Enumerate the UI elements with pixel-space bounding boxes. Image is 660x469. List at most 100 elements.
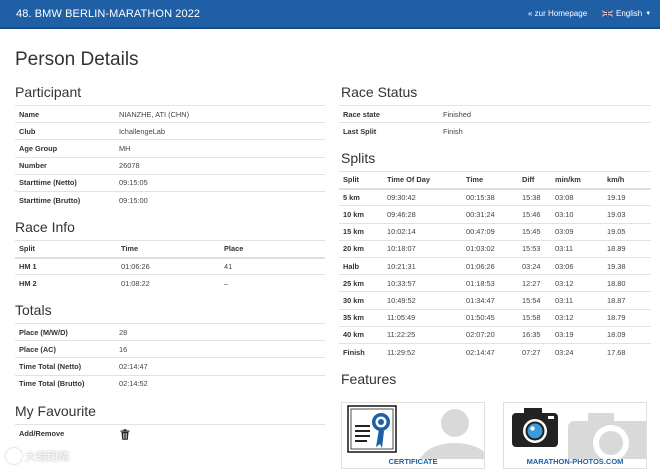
participant-row: Club IchallengeLab	[15, 122, 325, 140]
certificate-card[interactable]: CERTIFICATE	[341, 402, 485, 469]
totals-heading: Totals	[15, 302, 52, 318]
column-header[interactable]: Diff	[518, 170, 551, 190]
participant-table: Name NIANZHE, ATI (CHN) Club IchallengeLab A…	[15, 104, 325, 209]
features-heading: Features	[341, 371, 397, 387]
totals-row: Place (AC) 16	[15, 340, 325, 358]
column-header[interactable]: Time	[117, 239, 220, 259]
column-header[interactable]: Split	[339, 170, 383, 190]
cell: 01:50:45	[462, 308, 518, 327]
cell: 10:49:52	[383, 291, 462, 309]
camera-icon	[512, 408, 646, 459]
trash-icon[interactable]	[120, 429, 130, 440]
split-row: Finish 11:29:52 02:14:47 07:27 03:24 17.68	[339, 342, 651, 361]
row-label: Starttime (Netto)	[15, 173, 115, 192]
row-label: 30 km	[339, 291, 383, 309]
split-row: 40 km 11:22:25 02:07:20 16:35 03:19 18.09	[339, 325, 651, 344]
row-label: Time Total (Brutto)	[15, 374, 115, 393]
page-title: Person Details	[15, 49, 139, 70]
race-info-row: HM 1 01:06:26 41	[15, 257, 325, 275]
cell: 10:33:57	[383, 274, 462, 292]
column-header[interactable]: Time	[462, 170, 518, 190]
cell: 01:08:22	[117, 274, 220, 293]
participant-row: Starttime (Netto) 09:15:05	[15, 173, 325, 192]
row-label: 35 km	[339, 308, 383, 327]
certificate-caption: CERTIFICATE	[388, 457, 438, 466]
column-header[interactable]: min/km	[551, 170, 603, 190]
race-status-heading: Race Status	[341, 84, 418, 100]
language-selector[interactable]: English ▼	[602, 9, 651, 18]
cell: 09:30:42	[383, 188, 462, 206]
cell: 19.03	[603, 205, 651, 224]
cell: 15:53	[518, 239, 551, 258]
cell: 03:12	[551, 274, 603, 292]
language-label: English	[616, 9, 643, 18]
row-value: IchallengeLab	[115, 122, 325, 140]
row-label: Place (AC)	[15, 340, 115, 358]
row-value: Finish	[439, 122, 651, 140]
row-label: Name	[15, 104, 115, 123]
cell: 15:58	[518, 308, 551, 327]
column-header[interactable]: Split	[15, 239, 117, 259]
cell: 03:24	[518, 256, 551, 275]
column-header[interactable]: Place	[220, 239, 325, 259]
favourite-heading: My Favourite	[15, 403, 96, 419]
cell: 03:09	[551, 222, 603, 241]
row-value: 09:15:05	[115, 173, 325, 192]
participant-row: Number 26078	[15, 156, 325, 175]
cell: 11:22:25	[383, 325, 462, 344]
split-row: 25 km 10:33:57 01:18:53 12:27 03:12 18.80	[339, 274, 651, 292]
cell: –	[220, 274, 325, 293]
cell: 15:54	[518, 291, 551, 309]
row-label: Place (M/W/D)	[15, 322, 115, 341]
row-value: NIANZHE, ATI (CHN)	[115, 104, 325, 123]
participant-heading: Participant	[15, 84, 82, 100]
column-header[interactable]: Time Of Day	[383, 170, 462, 190]
split-row: 30 km 10:49:52 01:34:47 15:54 03:11 18.87	[339, 291, 651, 309]
cell: 18.09	[603, 325, 651, 344]
row-label: Age Group	[15, 139, 115, 158]
cell: 00:47:09	[462, 222, 518, 241]
favourite-label: Add/Remove	[15, 423, 115, 442]
row-label: Club	[15, 122, 115, 140]
totals-row: Time Total (Brutto) 02:14:52	[15, 374, 325, 393]
splits-table: Split Time Of Day Time Diff min/km km/h 5 km 0…	[339, 170, 651, 361]
row-label: Starttime (Brutto)	[15, 190, 115, 209]
marathon-photos-caption: MARATHON-PHOTOS.COM	[526, 457, 624, 466]
status-row: Race state Finished	[339, 104, 651, 123]
totals-row: Place (M/W/D) 28	[15, 322, 325, 341]
cell: 03:06	[551, 256, 603, 275]
top-navbar: 48. BMW BERLIN-MARATHON 2022 « zur Homep…	[0, 0, 660, 29]
race-status-table: Race state Finished Last Split Finish	[339, 104, 651, 140]
marathon-photos-card[interactable]: MARATHON-PHOTOS.COM	[503, 402, 647, 469]
row-label: Number	[15, 156, 115, 175]
cell: 11:29:52	[383, 342, 462, 361]
split-row: 20 km 10:18:07 01:03:02 15:53 03:11 18.89	[339, 239, 651, 258]
cell: 02:07:20	[462, 325, 518, 344]
homepage-link[interactable]: « zur Homepage	[528, 9, 587, 18]
watermark-text: 大蝦跑購	[25, 450, 69, 463]
row-label: 5 km	[339, 188, 383, 206]
participant-row: Starttime (Brutto) 09:15:00	[15, 190, 325, 209]
row-label: 25 km	[339, 274, 383, 292]
row-value: 26078	[115, 156, 325, 175]
cell: 15:45	[518, 222, 551, 241]
participant-row: Age Group MH	[15, 139, 325, 158]
row-label: Race state	[339, 104, 439, 123]
row-label: 40 km	[339, 325, 383, 344]
cell: 01:18:53	[462, 274, 518, 292]
row-value: Finished	[439, 104, 651, 123]
uk-flag-icon	[602, 10, 613, 17]
row-label: 20 km	[339, 239, 383, 258]
cell: 02:14:47	[462, 342, 518, 361]
cell: 18.89	[603, 239, 651, 258]
row-label: Finish	[339, 342, 383, 361]
cell: 18.79	[603, 308, 651, 327]
row-value: 28	[115, 322, 325, 341]
event-title[interactable]: 48. BMW BERLIN-MARATHON 2022	[16, 8, 200, 20]
row-label: Last Split	[339, 122, 439, 140]
split-row: 15 km 10:02:14 00:47:09 15:45 03:09 19.05	[339, 222, 651, 241]
row-value: 02:14:52	[115, 374, 325, 393]
column-header[interactable]: km/h	[603, 170, 651, 190]
participant-row: Name NIANZHE, ATI (CHN)	[15, 104, 325, 123]
watermark: 大蝦跑購	[6, 448, 69, 464]
